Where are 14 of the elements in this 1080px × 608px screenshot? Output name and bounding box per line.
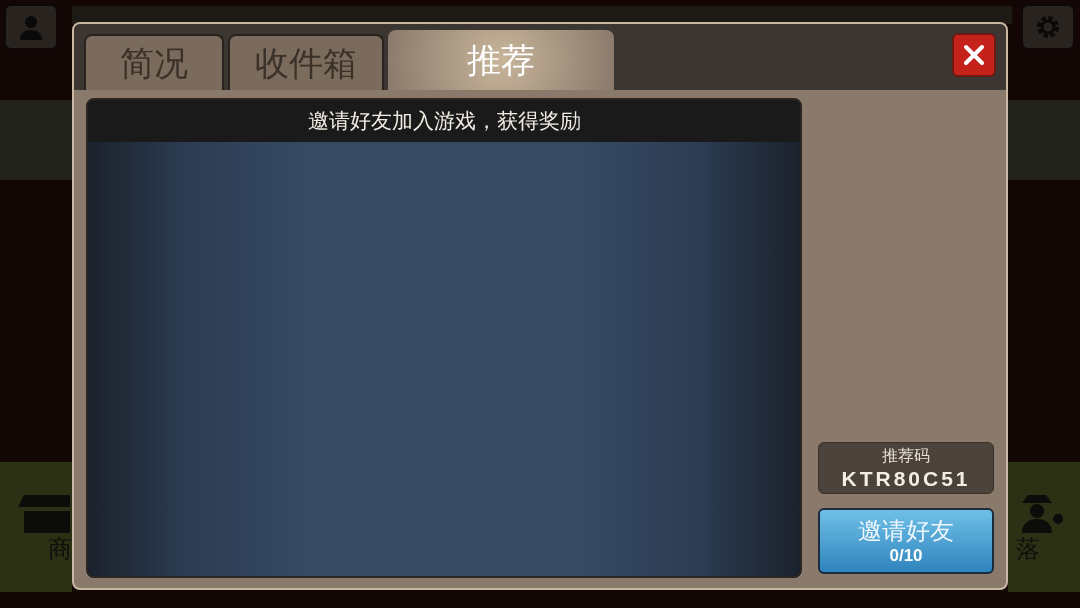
tab[interactable]: 简况 bbox=[84, 34, 224, 90]
close-icon bbox=[963, 44, 985, 66]
avatar-button[interactable] bbox=[5, 5, 57, 49]
tab[interactable]: 收件箱 bbox=[228, 34, 384, 90]
panel-title: 邀请好友加入游戏，获得奖励 bbox=[307, 108, 581, 135]
storefront-icon bbox=[18, 493, 70, 533]
settings-icon bbox=[1035, 14, 1061, 40]
referral-code: KTR80C51 bbox=[841, 467, 971, 489]
tab[interactable]: 推荐 bbox=[388, 30, 614, 90]
invite-friends-button[interactable]: 邀请好友 0/10 bbox=[818, 508, 994, 574]
referral-code-label: 推荐码 bbox=[882, 447, 930, 464]
close-button[interactable] bbox=[952, 33, 996, 77]
settings-button[interactable] bbox=[1022, 5, 1074, 49]
person-icon bbox=[17, 13, 45, 41]
